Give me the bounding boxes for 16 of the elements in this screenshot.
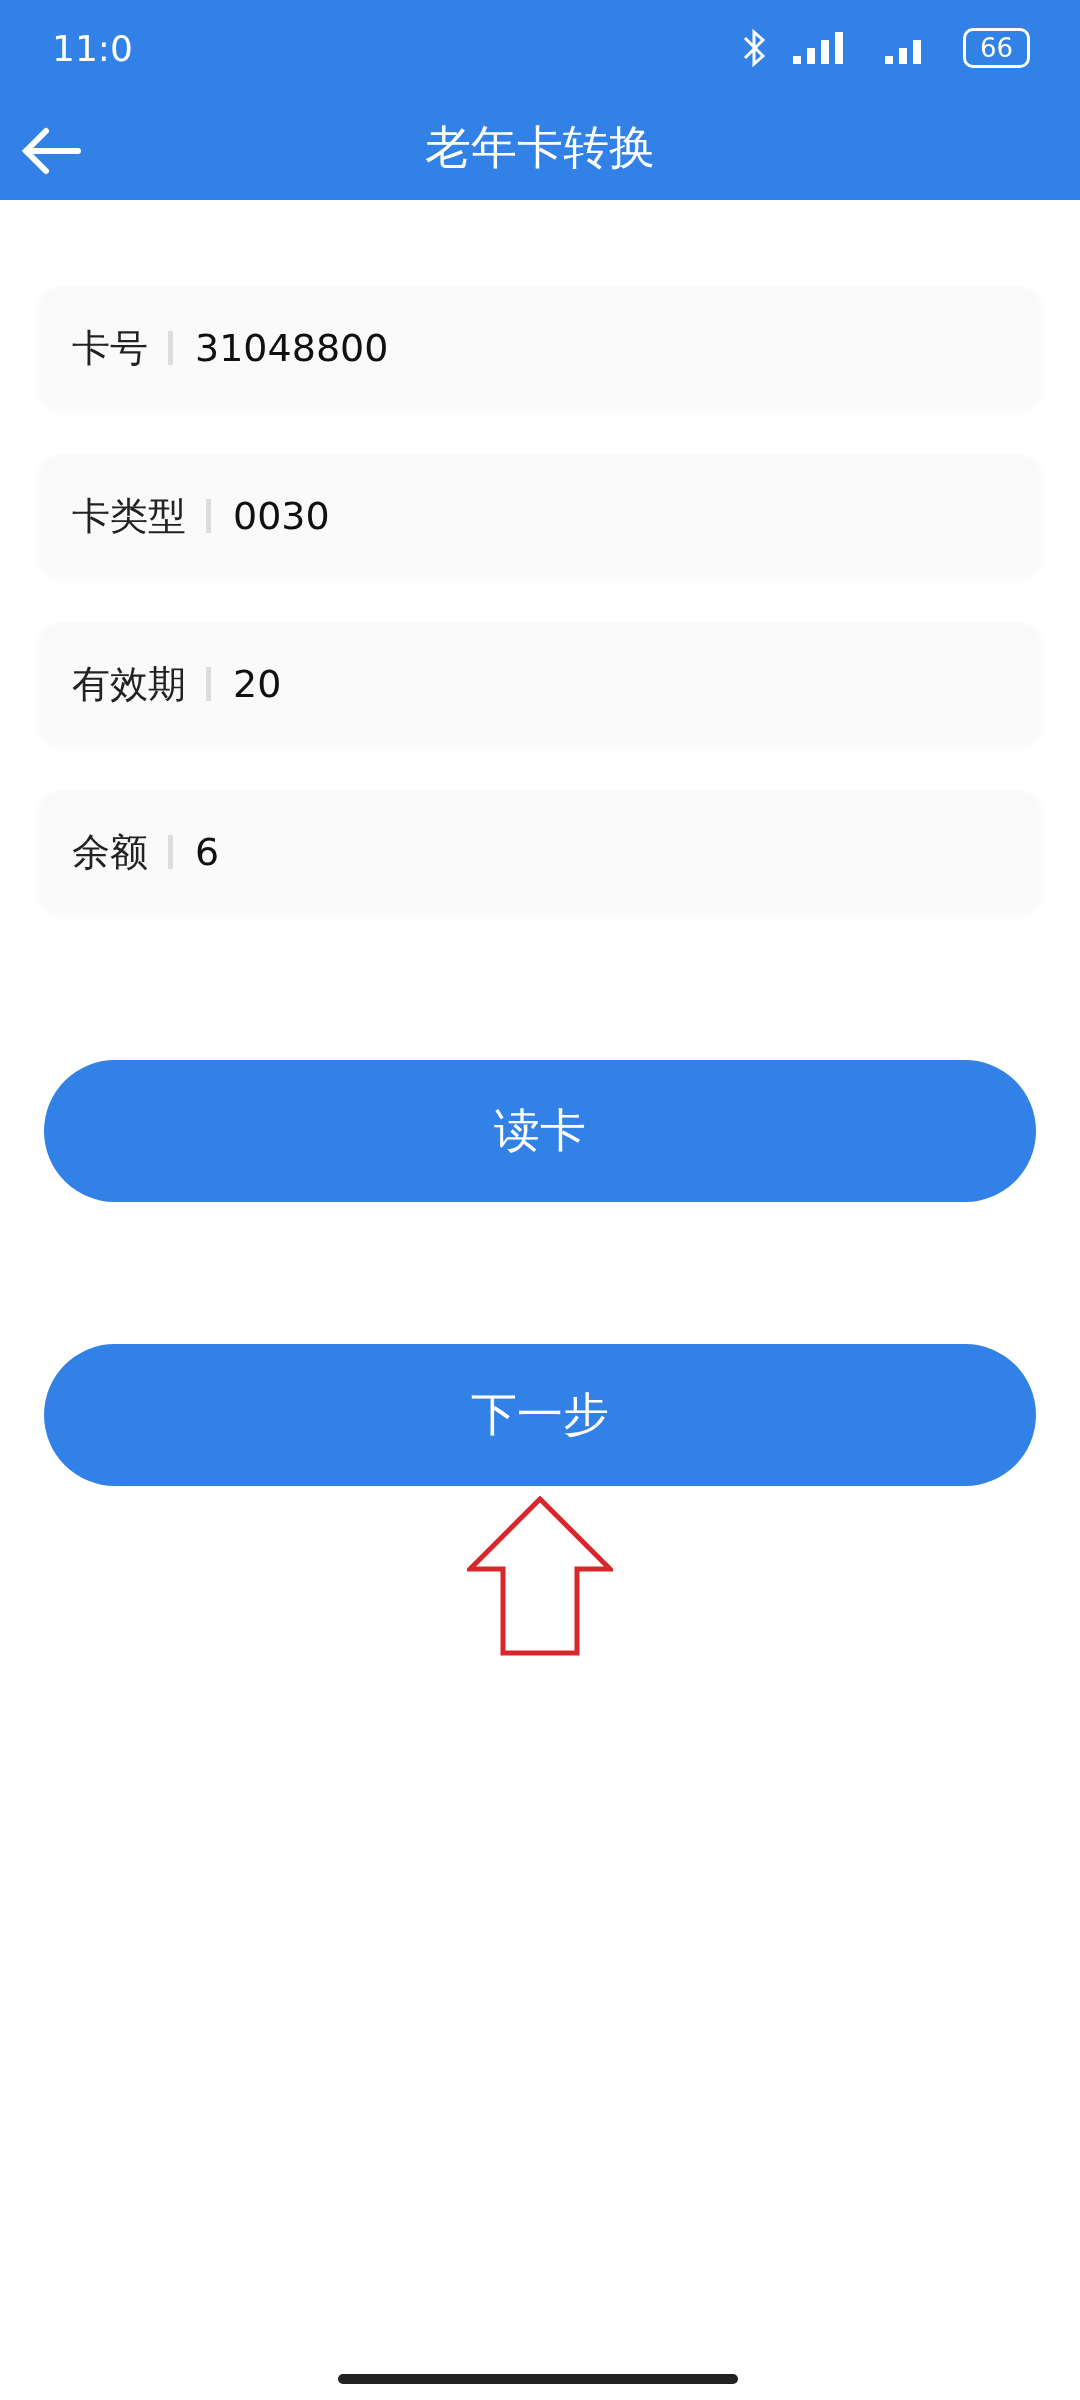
field-label: 卡类型 (72, 492, 186, 540)
field-value: 20 (233, 662, 282, 706)
field-value: 31048800 (195, 326, 389, 370)
next-step-button[interactable]: 下一步 (44, 1344, 1036, 1486)
status-time: 11:0 (52, 27, 133, 69)
field-label: 卡号 (72, 324, 148, 372)
battery-level: 66 (962, 28, 1030, 68)
page-title: 老年卡转换 (425, 119, 655, 176)
field-value: 0030 (233, 494, 330, 538)
field-value: 6 (195, 830, 220, 874)
read-card-button[interactable]: 读卡 (44, 1060, 1036, 1202)
field-label: 余额 (72, 828, 148, 876)
arrow-icon (467, 1496, 613, 1656)
bluetooth-icon (742, 28, 767, 68)
back-arrow-icon[interactable] (20, 126, 82, 176)
field-label: 有效期 (72, 660, 186, 708)
